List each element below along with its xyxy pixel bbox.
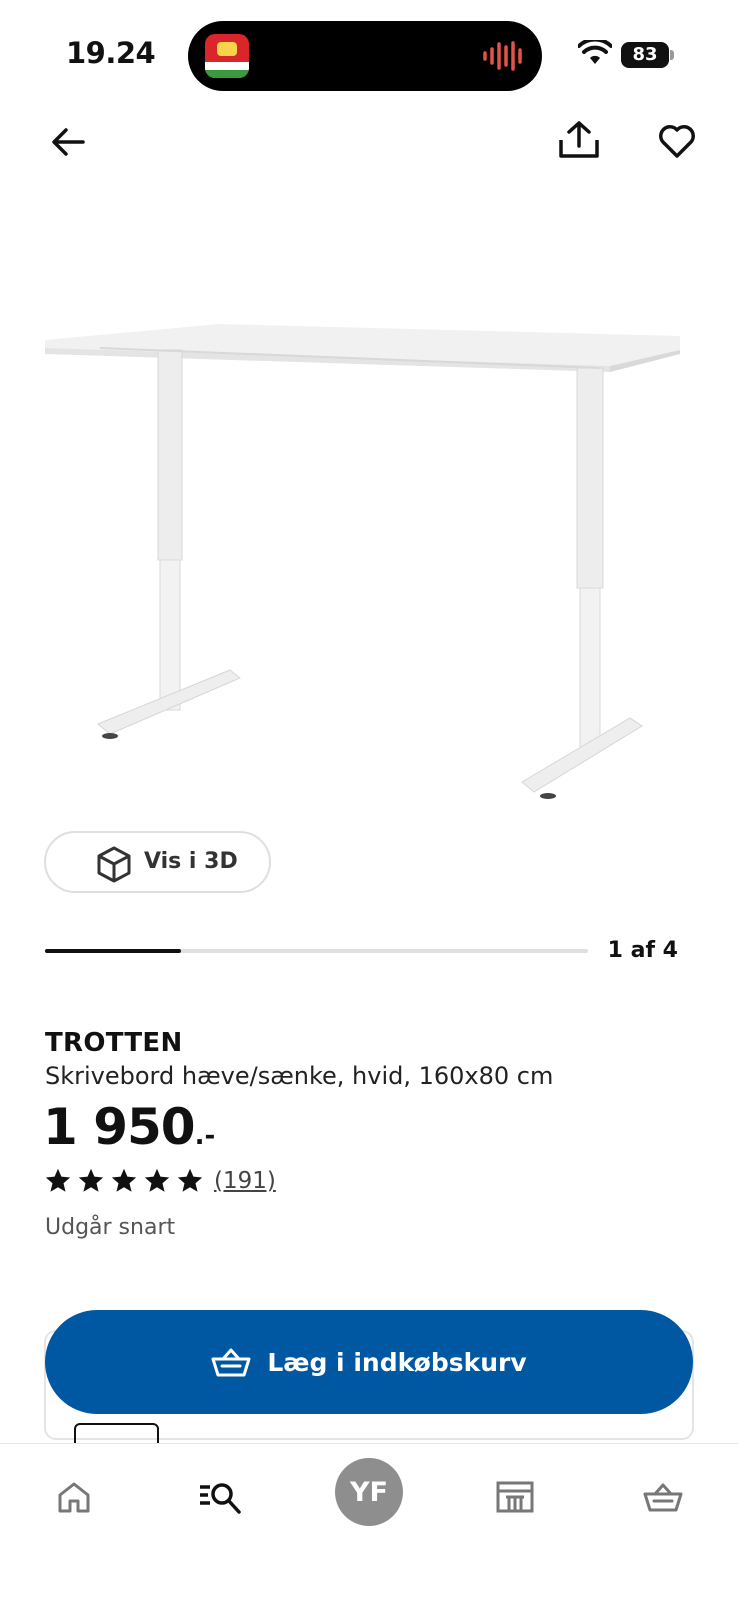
share-icon (559, 121, 599, 158)
heart-icon (659, 125, 695, 158)
profile-avatar[interactable]: YF (335, 1458, 403, 1526)
rating-stars[interactable] (44, 1167, 204, 1194)
search-list-icon (200, 1483, 241, 1514)
tab-cart[interactable] (628, 1462, 698, 1532)
gallery-progress-track (45, 949, 588, 953)
product-image[interactable] (40, 310, 700, 820)
arrow-left-icon (52, 128, 85, 156)
home-icon (58, 1482, 90, 1513)
basket-icon (643, 1483, 683, 1512)
wifi-icon (578, 40, 612, 64)
bottom-tab-bar: YF (0, 1443, 738, 1600)
star-icon (111, 1168, 137, 1192)
price-suffix: .- (194, 1121, 216, 1151)
battery-nub (670, 50, 674, 60)
basket-icon (211, 1348, 251, 1377)
gallery-page-indicator: 1 af 4 (607, 938, 678, 963)
share-button[interactable] (551, 112, 607, 168)
tab-store[interactable] (480, 1462, 550, 1532)
dynamic-island (188, 21, 542, 91)
back-button[interactable] (40, 114, 96, 170)
star-icon (45, 1168, 71, 1192)
star-icon (78, 1168, 104, 1192)
gallery-progress-fill (45, 949, 181, 953)
product-price: 1 950.- (43, 1098, 215, 1156)
view-in-3d-button[interactable]: Vis i 3D (44, 831, 271, 893)
cube-3d-icon (97, 846, 131, 883)
add-to-cart-button[interactable]: Læg i indkøbskurv (45, 1310, 693, 1414)
product-description: Skrivebord hæve/sænke, hvid, 160x80 cm (45, 1062, 554, 1090)
add-to-cart-label: Læg i indkøbskurv (267, 1347, 527, 1377)
tab-search[interactable] (185, 1462, 255, 1532)
stock-note: Udgår snart (45, 1215, 176, 1240)
store-icon (496, 1481, 534, 1513)
grocery-app-icon (205, 34, 249, 78)
audio-waveform-icon (483, 41, 522, 71)
view-in-3d-label: Vis i 3D (144, 849, 238, 874)
star-icon (144, 1168, 170, 1192)
tab-home[interactable] (39, 1462, 109, 1532)
status-time: 19.24 (66, 36, 156, 70)
star-icon (177, 1168, 203, 1192)
favorite-button[interactable] (649, 114, 705, 170)
price-amount: 1 950 (43, 1098, 196, 1156)
review-count-link[interactable]: (191) (214, 1168, 276, 1194)
product-brand: TROTTEN (45, 1028, 183, 1058)
battery-indicator: 83 (621, 42, 669, 68)
